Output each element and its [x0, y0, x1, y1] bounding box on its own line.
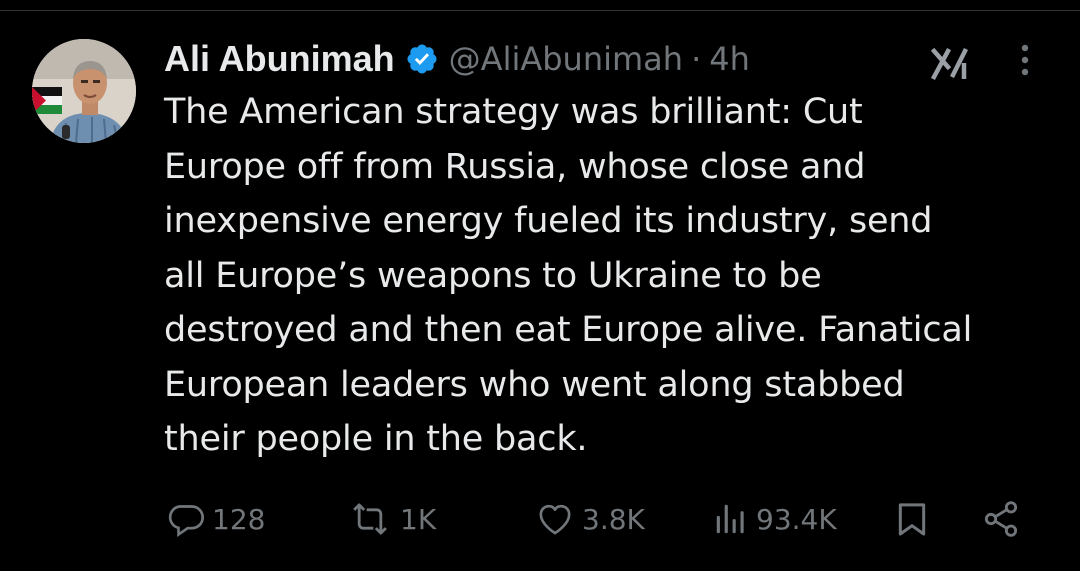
like-button[interactable]: 3.8K	[534, 494, 645, 544]
views-button[interactable]: 93.4K	[712, 494, 837, 544]
repost-count: 1K	[400, 502, 437, 536]
verified-badge-icon[interactable]	[405, 42, 439, 76]
separator-dot: ·	[691, 40, 702, 78]
author-handle[interactable]: @AliAbunimah	[449, 40, 683, 78]
reply-count: 128	[212, 502, 266, 536]
more-vertical-icon[interactable]	[1010, 40, 1040, 84]
tweet-header: Ali Abunimah @AliAbunimah · 4h	[164, 34, 750, 84]
tweet[interactable]: Ali Abunimah @AliAbunimah · 4h The Ameri…	[0, 0, 1080, 571]
tweet-text: The American strategy was brilliant: Cut…	[164, 92, 973, 459]
like-count: 3.8K	[582, 502, 645, 536]
reply-button[interactable]: 128	[166, 494, 265, 544]
views-count: 93.4K	[756, 502, 837, 536]
share-button[interactable]	[980, 494, 1022, 544]
tweet-actions: 128 1K 3.8K 93.4K	[164, 494, 1044, 544]
avatar[interactable]	[32, 39, 136, 143]
repost-icon	[346, 499, 394, 539]
repost-button[interactable]: 1K	[346, 494, 436, 544]
grok-icon[interactable]	[928, 43, 974, 83]
timestamp[interactable]: 4h	[709, 40, 750, 78]
bookmark-icon	[892, 499, 932, 539]
bookmark-button[interactable]	[892, 494, 932, 544]
display-name[interactable]: Ali Abunimah	[164, 38, 395, 80]
share-icon	[980, 499, 1022, 539]
heart-icon	[534, 499, 576, 539]
views-icon	[712, 499, 750, 539]
reply-icon	[166, 499, 206, 539]
